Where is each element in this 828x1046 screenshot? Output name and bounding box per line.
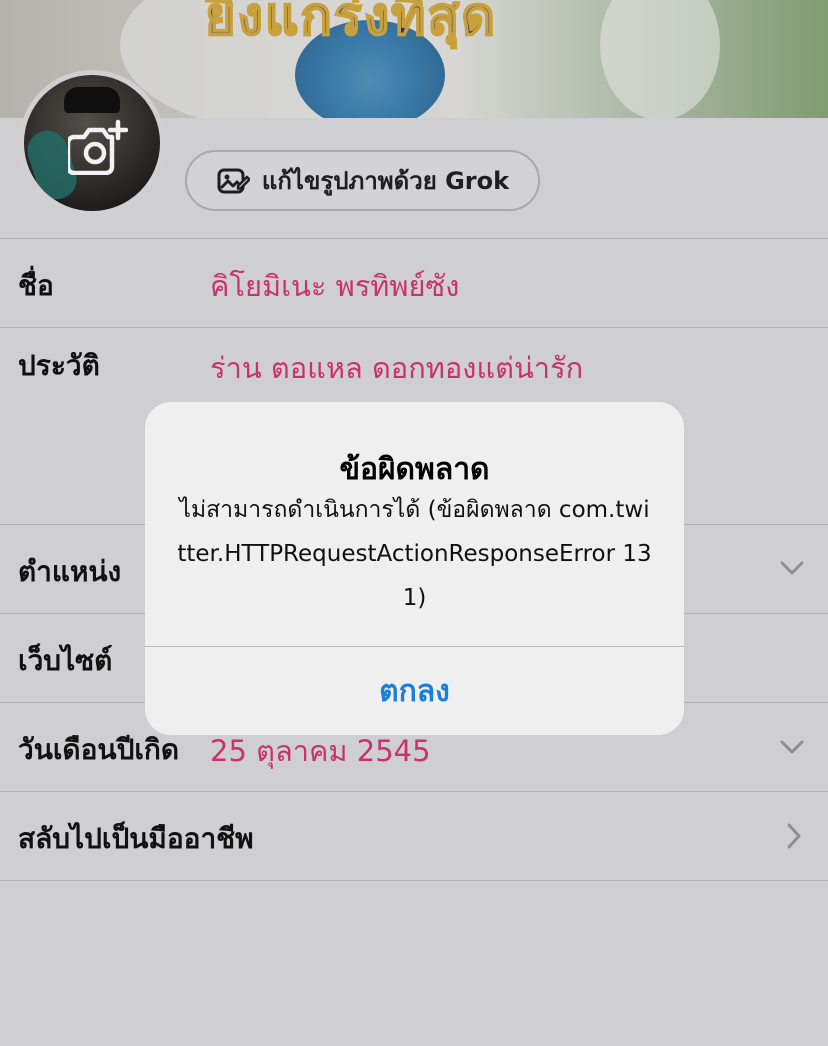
alert-title: ข้อผิดพลาด (339, 452, 490, 487)
ok-button[interactable]: ตกลง (145, 647, 684, 735)
edit-profile-screen: ยิ่งแกร่งที่สุด แก้ไขรูปภาพด้วย Grok ชื่… (0, 0, 828, 1046)
alert-message: ไม่สามารถดำเนินการได้ (ข้อผิดพลาด com.tw… (177, 497, 652, 611)
error-alert-dialog: ข้อผิดพลาด ไม่สามารถดำเนินการได้ (ข้อผิด… (145, 402, 684, 735)
